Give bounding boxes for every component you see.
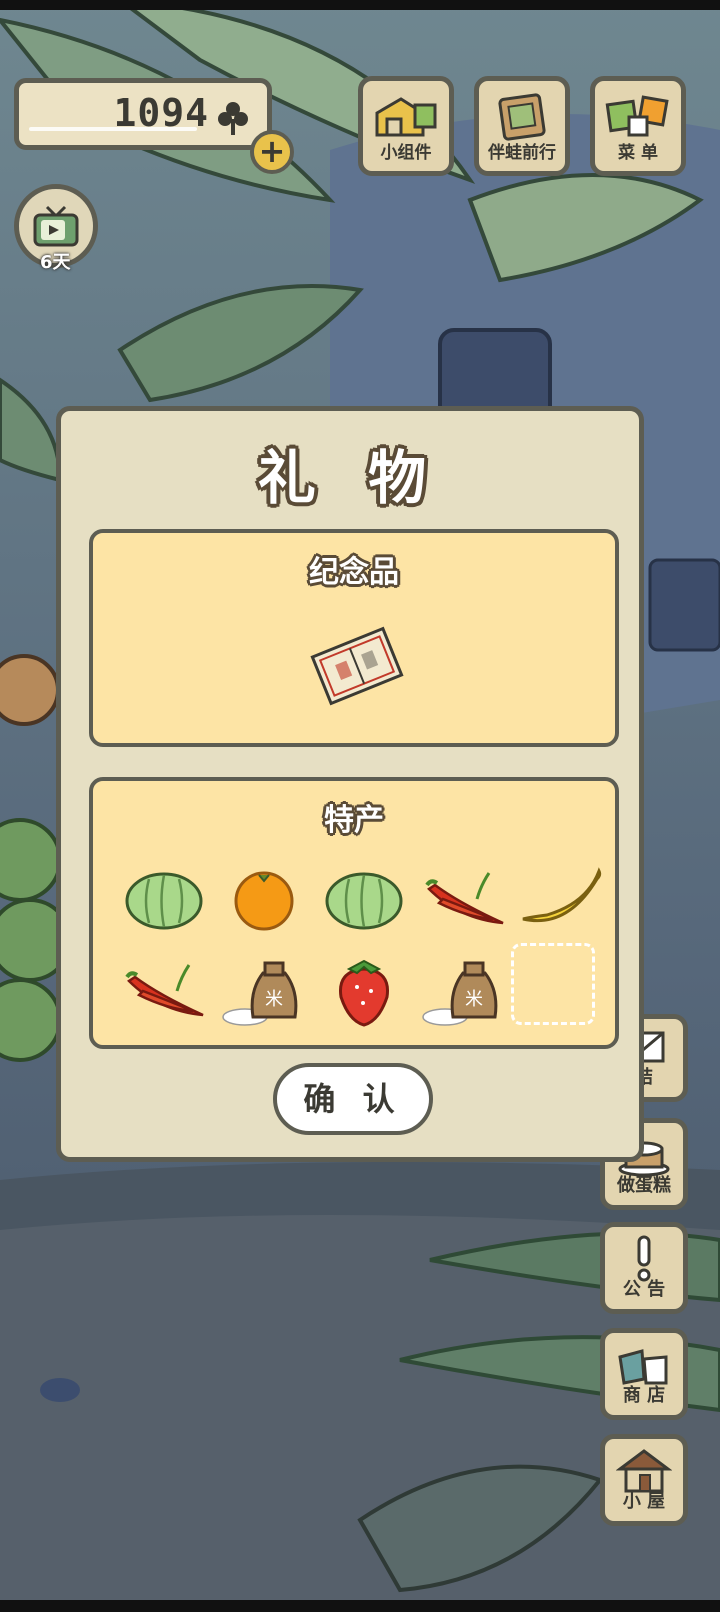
strawberry-icon[interactable] bbox=[319, 951, 409, 1031]
clover-counter: 1094 bbox=[14, 78, 272, 150]
make-cake-label: 做蛋糕 bbox=[617, 1175, 671, 1196]
empty-slot bbox=[511, 943, 595, 1025]
confirm-button[interactable]: 确 认 bbox=[273, 1063, 433, 1135]
specialty-panel: 特产 米 米 bbox=[89, 777, 619, 1049]
clover-icon bbox=[218, 102, 248, 135]
house-button[interactable]: 小 屋 bbox=[600, 1434, 688, 1526]
notice-label: 公 告 bbox=[622, 1279, 666, 1300]
menu-cards-icon bbox=[605, 95, 669, 137]
shop-label: 商 店 bbox=[622, 1385, 666, 1406]
specialty-title: 特产 bbox=[324, 803, 384, 838]
rice-bag-icon[interactable]: 米 bbox=[419, 951, 509, 1031]
widget-button[interactable]: 小组件 bbox=[358, 76, 454, 176]
counter-underline bbox=[29, 127, 197, 131]
frog-companion-label: 伴蛙前行 bbox=[488, 143, 556, 163]
svg-text:米: 米 bbox=[265, 989, 283, 1010]
gift-dialog: 礼 物 纪念品 特产 米 米 确 认 bbox=[56, 406, 644, 1162]
shop-button[interactable]: 商 店 bbox=[600, 1328, 688, 1420]
menu-label: 菜 单 bbox=[618, 143, 658, 163]
souvenir-panel: 纪念品 bbox=[89, 529, 619, 747]
svg-text:米: 米 bbox=[465, 989, 483, 1010]
widget-label: 小组件 bbox=[380, 143, 432, 163]
tv-icon bbox=[33, 205, 79, 247]
chili-pepper-icon[interactable] bbox=[119, 951, 209, 1031]
menu-button[interactable]: 菜 单 bbox=[590, 76, 686, 176]
banana-icon[interactable] bbox=[517, 859, 607, 939]
book-icon[interactable] bbox=[309, 623, 405, 709]
souvenir-title: 纪念品 bbox=[309, 555, 399, 590]
add-clover-button[interactable]: + bbox=[250, 130, 294, 174]
dialog-title: 礼 物 bbox=[257, 444, 443, 512]
widget-icon bbox=[375, 97, 437, 137]
cabbage-icon[interactable] bbox=[319, 859, 409, 939]
house-label: 小 屋 bbox=[622, 1491, 666, 1512]
chili-pepper-icon[interactable] bbox=[419, 859, 509, 939]
frog-companion-button[interactable]: 伴蛙前行 bbox=[474, 76, 570, 176]
notice-button[interactable]: 公 告 bbox=[600, 1222, 688, 1314]
frog-companion-icon bbox=[498, 93, 546, 141]
tv-days-label: 6天 bbox=[40, 252, 71, 273]
cabbage-icon[interactable] bbox=[119, 859, 209, 939]
orange-icon[interactable] bbox=[219, 859, 309, 939]
status-strip bbox=[0, 0, 720, 10]
rice-bag-icon[interactable]: 米 bbox=[219, 951, 309, 1031]
